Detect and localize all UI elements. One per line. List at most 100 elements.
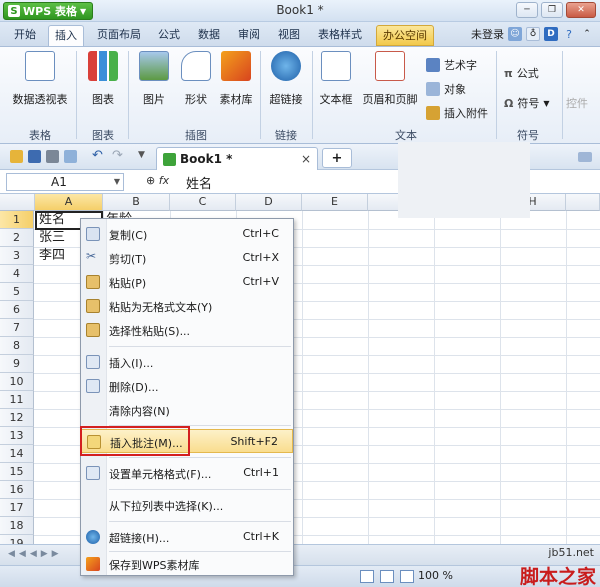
tab-data[interactable]: 数据 (192, 25, 226, 46)
name-box[interactable]: A1 ▼ (6, 173, 124, 191)
tab-insert[interactable]: 插入 (48, 25, 84, 46)
tab-office-space[interactable]: 办公空间 (376, 25, 434, 46)
tab-view[interactable]: 视图 (272, 25, 306, 46)
menu-item-paste-plain[interactable]: 粘贴为无格式文本(Y) (81, 294, 293, 318)
row-header[interactable]: 19 (0, 535, 34, 544)
hyperlink-button[interactable]: 超链接 (266, 51, 306, 107)
header-footer-button[interactable]: 页眉和页脚 (360, 51, 420, 107)
row-header[interactable]: 3 (0, 247, 34, 265)
material-library-button[interactable]: 素材库 (216, 51, 256, 107)
menu-item-save-to-library[interactable]: 保存到WPS素材库 (81, 552, 293, 576)
tab-list-icon[interactable] (578, 152, 592, 162)
menu-item-paste[interactable]: 粘贴(P) Ctrl+V (81, 270, 293, 294)
symbol-button[interactable]: Ω 符号 ▼ (504, 95, 550, 111)
tab-home[interactable]: 开始 (8, 25, 42, 46)
pivot-table-label: 数据透视表 (12, 93, 68, 106)
row-header[interactable]: 9 (0, 355, 34, 373)
row-header[interactable]: 8 (0, 337, 34, 355)
menu-item-format-cells[interactable]: 设置单元格格式(F)... Ctrl+1 (81, 461, 293, 485)
select-all-corner[interactable] (0, 194, 35, 211)
skin-icon[interactable]: ♁ (526, 27, 540, 41)
print-icon[interactable] (46, 150, 59, 163)
row-header[interactable]: 12 (0, 409, 34, 427)
chart-button[interactable]: 图表 (84, 51, 122, 107)
column-header-e[interactable]: E (302, 194, 368, 211)
pivot-table-button[interactable]: 数据透视表 (10, 51, 70, 107)
menu-item-pick-from-list[interactable]: 从下拉列表中选择(K)... (81, 493, 293, 517)
restore-button[interactable]: ❐ (541, 2, 563, 18)
row-header[interactable]: 14 (0, 445, 34, 463)
control-button[interactable]: 控件 (566, 95, 588, 111)
highlight-annotation-box (80, 426, 190, 456)
formula-input[interactable]: 姓名 (186, 173, 212, 192)
menu-item-clear-contents[interactable]: 清除内容(N) (81, 398, 293, 422)
customize-quick-access-icon[interactable]: ▼ (138, 150, 151, 163)
close-window-button[interactable]: ✕ (566, 2, 596, 18)
menu-item-shortcut: Ctrl+1 (243, 466, 279, 479)
row-header[interactable]: 6 (0, 301, 34, 319)
menu-item-hyperlink[interactable]: 超链接(H)... Ctrl+K (81, 525, 293, 549)
column-header-a[interactable]: A (35, 194, 103, 211)
minimize-button[interactable]: ─ (516, 2, 538, 18)
row-header[interactable]: 17 (0, 499, 34, 517)
grid-line (434, 211, 435, 544)
row-header[interactable]: 15 (0, 463, 34, 481)
row-header[interactable]: 5 (0, 283, 34, 301)
tab-page-layout[interactable]: 页面布局 (92, 25, 146, 46)
formula-insert-button[interactable]: π 公式 (504, 65, 539, 81)
menu-item-label: 复制(C) (109, 229, 148, 242)
document-tab[interactable]: Book1 * × (156, 147, 318, 170)
print-preview-icon[interactable] (64, 150, 77, 163)
word-art-button[interactable]: 艺术字 (426, 57, 477, 73)
row-header[interactable]: 10 (0, 373, 34, 391)
textbox-button[interactable]: 文本框 (318, 51, 354, 107)
normal-view-icon[interactable] (360, 570, 374, 583)
row-header[interactable]: 4 (0, 265, 34, 283)
save-icon[interactable] (28, 150, 41, 163)
page-layout-view-icon[interactable] (400, 570, 414, 583)
close-tab-icon[interactable]: × (301, 152, 311, 166)
chevron-down-icon: ▼ (543, 98, 550, 108)
object-button[interactable]: 对象 (426, 81, 466, 97)
row-header[interactable]: 16 (0, 481, 34, 499)
sheet-navigation-icon[interactable]: ◀◀◀▶▶ (8, 549, 63, 559)
row-header[interactable]: 13 (0, 427, 34, 445)
shapes-button[interactable]: 形状 (176, 51, 216, 107)
picture-button[interactable]: 图片 (134, 51, 174, 107)
pivot-table-icon (25, 51, 55, 81)
column-header-b[interactable]: B (103, 194, 170, 211)
page-break-view-icon[interactable] (380, 570, 394, 583)
row-header[interactable]: 7 (0, 319, 34, 337)
shapes-label: 形状 (185, 93, 207, 106)
tab-formula[interactable]: 公式 (152, 25, 186, 46)
column-header-c[interactable]: C (170, 194, 236, 211)
undo-icon[interactable]: ↶ (92, 148, 105, 163)
menu-item-cut[interactable]: ✂ 剪切(T) Ctrl+X (81, 246, 293, 270)
zoom-level[interactable]: 100 % (418, 569, 453, 582)
collapse-ribbon-icon[interactable]: ⌃ (580, 27, 594, 41)
open-folder-icon[interactable] (10, 150, 23, 163)
new-tab-button[interactable]: + (322, 148, 352, 168)
insert-attachment-label: 插入附件 (444, 107, 488, 120)
row-header[interactable]: 1 (0, 211, 34, 229)
row-header[interactable]: 18 (0, 517, 34, 535)
help-icon[interactable]: ? (562, 27, 576, 41)
tab-table-style[interactable]: 表格样式 (312, 25, 368, 46)
menu-item-insert[interactable]: 插入(I)... (81, 350, 293, 374)
tab-review[interactable]: 审阅 (232, 25, 266, 46)
cell-a3[interactable]: 李四 (36, 247, 65, 265)
menu-item-paste-special[interactable]: 选择性粘贴(S)... (81, 318, 293, 342)
cell-a2[interactable]: 张三 (36, 229, 65, 247)
menu-item-copy[interactable]: 复制(C) Ctrl+C (81, 222, 293, 246)
row-header[interactable]: 2 (0, 229, 34, 247)
column-header-i[interactable] (566, 194, 600, 211)
user-icon[interactable]: ☺ (508, 27, 522, 41)
insert-attachment-button[interactable]: 插入附件 (426, 105, 488, 121)
row-header[interactable]: 11 (0, 391, 34, 409)
function-wizard-icon[interactable]: ⊕ fx (146, 174, 169, 187)
menu-item-delete[interactable]: 删除(D)... (81, 374, 293, 398)
redo-icon[interactable]: ↷ (112, 148, 125, 163)
docer-icon[interactable]: D (544, 27, 558, 41)
column-header-d[interactable]: D (236, 194, 302, 211)
login-link[interactable]: 未登录 (471, 26, 504, 42)
